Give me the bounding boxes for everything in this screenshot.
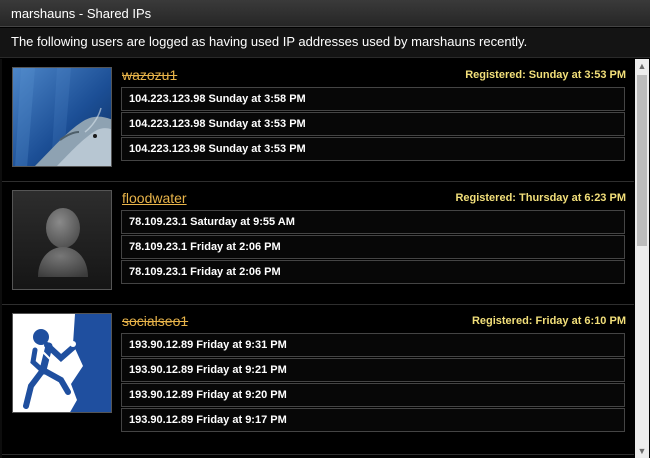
username-link[interactable]: floodwater bbox=[122, 190, 187, 206]
registration-date: Registered: Thursday at 6:23 PM bbox=[455, 192, 626, 204]
avatar[interactable] bbox=[12, 190, 112, 290]
ip-log-list: 78.109.23.1 Saturday at 9:55 AM 78.109.2… bbox=[121, 210, 625, 285]
ip-log-entry: 104.223.123.98 Sunday at 3:53 PM bbox=[121, 112, 625, 136]
ip-log-list: 104.223.123.98 Sunday at 3:58 PM 104.223… bbox=[121, 87, 625, 162]
registration-date: Registered: Sunday at 3:53 PM bbox=[465, 69, 626, 81]
user-entry: floodwater Registered: Thursday at 6:23 … bbox=[2, 182, 634, 305]
ip-log-entry: 193.90.12.89 Friday at 9:20 PM bbox=[121, 383, 625, 407]
vertical-scrollbar[interactable]: ▲ ▼ bbox=[635, 59, 649, 458]
ip-log-entry: 104.223.123.98 Sunday at 3:53 PM bbox=[121, 137, 625, 161]
user-list-scroll-area[interactable]: wazozu1 Registered: Sunday at 3:53 PM 10… bbox=[0, 59, 650, 458]
scroll-up-arrow-icon[interactable]: ▲ bbox=[635, 59, 649, 73]
default-user-avatar-icon bbox=[13, 191, 111, 289]
ip-log-entry: 78.109.23.1 Saturday at 9:55 AM bbox=[121, 210, 625, 234]
shared-ips-description: The following users are logged as having… bbox=[0, 28, 650, 58]
shared-ip-user-list: wazozu1 Registered: Sunday at 3:53 PM 10… bbox=[2, 59, 634, 455]
registration-date: Registered: Friday at 6:10 PM bbox=[471, 315, 626, 327]
ip-log-entry: 193.90.12.89 Friday at 9:17 PM bbox=[121, 408, 625, 432]
scroll-down-arrow-icon[interactable]: ▼ bbox=[635, 444, 649, 458]
avatar[interactable] bbox=[12, 67, 112, 167]
window-title: marshauns - Shared IPs bbox=[0, 0, 650, 27]
user-entry: socialseo1 Registered: Friday at 6:10 PM… bbox=[2, 305, 634, 455]
ip-log-entry: 78.109.23.1 Friday at 2:06 PM bbox=[121, 235, 625, 259]
ip-log-entry: 193.90.12.89 Friday at 9:21 PM bbox=[121, 358, 625, 382]
ip-log-list: 193.90.12.89 Friday at 9:31 PM 193.90.12… bbox=[121, 333, 625, 433]
username-link[interactable]: wazozu1 bbox=[122, 67, 177, 83]
ip-log-entry: 104.223.123.98 Sunday at 3:58 PM bbox=[121, 87, 625, 111]
ip-log-entry: 193.90.12.89 Friday at 9:31 PM bbox=[121, 333, 625, 357]
user-entry: wazozu1 Registered: Sunday at 3:53 PM 10… bbox=[2, 59, 634, 182]
dolphin-avatar-image bbox=[13, 68, 111, 166]
username-link[interactable]: socialseo1 bbox=[122, 313, 188, 329]
avatar[interactable] bbox=[12, 313, 112, 413]
scrollbar-thumb[interactable] bbox=[637, 75, 647, 246]
ip-log-entry: 78.109.23.1 Friday at 2:06 PM bbox=[121, 260, 625, 284]
climber-avatar-image bbox=[13, 314, 111, 412]
